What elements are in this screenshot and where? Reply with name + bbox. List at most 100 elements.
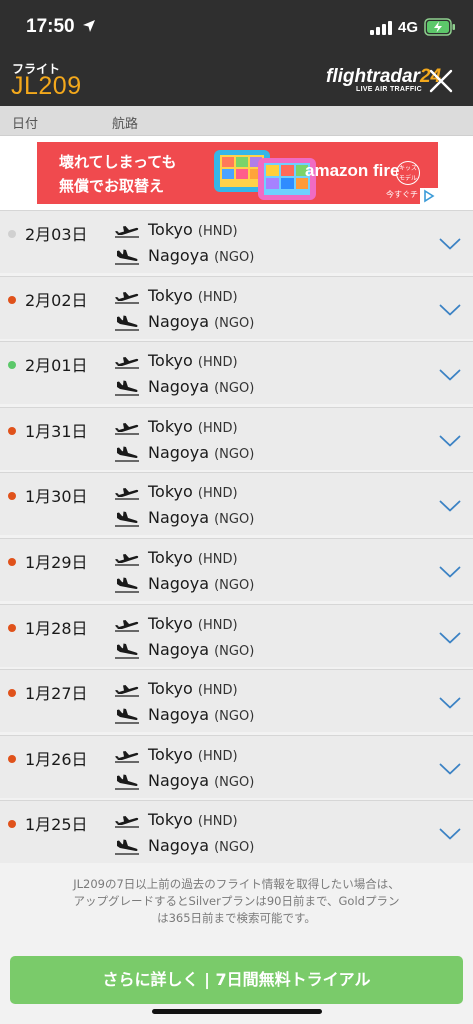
ad-banner[interactable]: 壊れてしまっても 無償でお取替え amazon fire キッズモデル 今すぐチ xyxy=(37,142,438,204)
chevron-down-icon[interactable] xyxy=(439,369,461,381)
arrival-city: Nagoya (NGO) xyxy=(148,640,254,659)
flight-row[interactable]: 1月26日 Tokyo (HND) Nagoya (NGO) xyxy=(0,734,473,798)
arrival-city-name: Nagoya xyxy=(148,377,209,397)
departure-city-name: Tokyo xyxy=(148,416,193,436)
departure-airport-code: (HND) xyxy=(197,355,238,371)
chevron-down-icon[interactable] xyxy=(439,763,461,775)
arrival-city: Nagoya (NGO) xyxy=(148,312,254,331)
flight-row[interactable]: 1月25日 Tokyo (HND) Nagoya (NGO) xyxy=(0,800,473,864)
app-header: 17:50 4G フライト JL209 flightradar24 LIVE A… xyxy=(0,0,473,106)
arrival-city-name: Nagoya xyxy=(148,770,209,790)
ad-cta-text: 今すぐチ xyxy=(386,190,418,199)
departure-city-name: Tokyo xyxy=(148,613,193,633)
flight-date: 1月28日 xyxy=(25,618,88,638)
plane-landing-icon xyxy=(115,511,139,527)
ad-kids-badge: キッズモデル xyxy=(396,161,420,185)
signal-strength-icon xyxy=(370,21,392,35)
arrival-city: Nagoya (NGO) xyxy=(148,836,254,855)
plane-takeoff-icon xyxy=(115,554,139,566)
home-indicator[interactable] xyxy=(152,1009,322,1014)
plane-landing-icon xyxy=(115,839,139,855)
flight-date: 1月31日 xyxy=(25,421,88,441)
chevron-down-icon[interactable] xyxy=(439,238,461,250)
flight-status-dot xyxy=(8,295,16,304)
arrival-airport-code: (NGO) xyxy=(214,512,255,528)
free-trial-button[interactable]: さらに詳しく | 7日間無料トライアル xyxy=(10,956,463,1004)
battery-charging-icon xyxy=(424,18,455,36)
arrival-airport-code: (NGO) xyxy=(214,446,255,462)
plane-takeoff-icon xyxy=(115,422,139,435)
flight-status-dot xyxy=(8,689,16,698)
arrival-city-name: Nagoya xyxy=(148,836,209,856)
plane-landing-icon xyxy=(115,577,139,593)
arrival-city: Nagoya (NGO) xyxy=(148,443,254,462)
column-route-label: 航路 xyxy=(112,116,139,131)
chevron-down-icon[interactable] xyxy=(439,500,461,512)
location-arrow-icon xyxy=(83,20,95,32)
departure-airport-code: (HND) xyxy=(197,289,238,305)
departure-city: Tokyo (HND) xyxy=(148,482,238,501)
flight-date: 1月27日 xyxy=(25,684,88,704)
arrival-city: Nagoya (NGO) xyxy=(148,705,254,724)
departure-airport-code: (HND) xyxy=(197,420,238,436)
plane-landing-icon xyxy=(115,380,139,396)
chevron-down-icon[interactable] xyxy=(439,566,461,578)
plane-takeoff-icon xyxy=(115,357,139,369)
column-header: 日付 航路 xyxy=(0,106,473,136)
flightradar24-logo: flightradar24 LIVE AIR TRAFFIC xyxy=(326,66,441,98)
departure-city: Tokyo (HND) xyxy=(148,745,238,764)
flight-status-dot xyxy=(8,558,16,566)
upgrade-note: JL209の7日以上前の過去のフライト情報を取得したい場合は、 アップグレードす… xyxy=(20,876,453,927)
chevron-down-icon[interactable] xyxy=(439,697,461,709)
flight-row[interactable]: 1月29日 Tokyo (HND) Nagoya (NGO) xyxy=(0,538,473,601)
arrival-city-name: Nagoya xyxy=(148,639,209,659)
upgrade-note-line: アップグレードするとSilverプランは90日前まで、Goldプラン xyxy=(73,894,400,908)
arrival-airport-code: (NGO) xyxy=(214,578,255,593)
arrival-airport-code: (NGO) xyxy=(214,250,255,265)
flight-row[interactable]: 2月02日 Tokyo (HND) Nagoya (NGO) xyxy=(0,275,473,339)
flight-row[interactable]: 2月03日 Tokyo (HND) Nagoya (NGO) xyxy=(0,210,473,273)
column-date-label: 日付 xyxy=(12,116,39,131)
flight-number-title: JL209 xyxy=(11,72,82,100)
ad-headline-1: 壊れてしまっても xyxy=(59,153,177,171)
arrival-airport-code: (NGO) xyxy=(214,381,255,397)
flight-status-dot xyxy=(8,426,16,435)
flight-row[interactable]: 1月30日 Tokyo (HND) Nagoya (NGO) xyxy=(0,472,473,536)
chevron-down-icon[interactable] xyxy=(439,435,461,447)
departure-city-name: Tokyo xyxy=(148,220,193,239)
plane-landing-icon xyxy=(115,249,139,265)
adchoices-icon[interactable] xyxy=(420,188,438,204)
upgrade-note-line: JL209の7日以上前の過去のフライト情報を取得したい場合は、 xyxy=(73,877,400,891)
plane-takeoff-icon xyxy=(115,226,139,238)
ad-area: 壊れてしまっても 無償でお取替え amazon fire キッズモデル 今すぐチ xyxy=(0,136,473,210)
flight-row[interactable]: 1月27日 Tokyo (HND) Nagoya (NGO) xyxy=(0,669,473,733)
plane-landing-icon xyxy=(115,708,139,724)
flight-row[interactable]: 1月28日 Tokyo (HND) Nagoya (NGO) xyxy=(0,603,473,667)
departure-city: Tokyo (HND) xyxy=(148,614,238,633)
chevron-down-icon[interactable] xyxy=(439,632,461,644)
chevron-down-icon[interactable] xyxy=(439,304,461,316)
flight-status-dot xyxy=(8,754,16,763)
arrival-city: Nagoya (NGO) xyxy=(148,574,254,593)
departure-city: Tokyo (HND) xyxy=(148,220,238,239)
departure-city-name: Tokyo xyxy=(148,744,193,764)
close-icon[interactable] xyxy=(428,68,454,94)
flight-status-dot xyxy=(8,230,16,238)
flight-date: 2月02日 xyxy=(25,290,88,310)
status-time: 17:50 xyxy=(26,16,75,37)
chevron-down-icon[interactable] xyxy=(439,828,461,840)
plane-takeoff-icon xyxy=(115,816,139,828)
arrival-city-name: Nagoya xyxy=(148,442,209,462)
flight-row[interactable]: 2月01日 Tokyo (HND) Nagoya (NGO) xyxy=(0,341,473,405)
arrival-airport-code: (NGO) xyxy=(214,709,255,725)
departure-city: Tokyo (HND) xyxy=(148,351,238,370)
departure-city-name: Tokyo xyxy=(148,285,193,305)
plane-takeoff-icon xyxy=(115,291,139,304)
plane-landing-icon xyxy=(115,315,139,331)
flight-date: 1月29日 xyxy=(25,553,88,572)
flight-row[interactable]: 1月31日 Tokyo (HND) Nagoya (NGO) xyxy=(0,406,473,470)
arrival-city-name: Nagoya xyxy=(148,311,209,331)
flight-date: 1月25日 xyxy=(25,815,88,835)
flight-status-dot xyxy=(8,820,16,829)
arrival-city-name: Nagoya xyxy=(148,508,209,528)
